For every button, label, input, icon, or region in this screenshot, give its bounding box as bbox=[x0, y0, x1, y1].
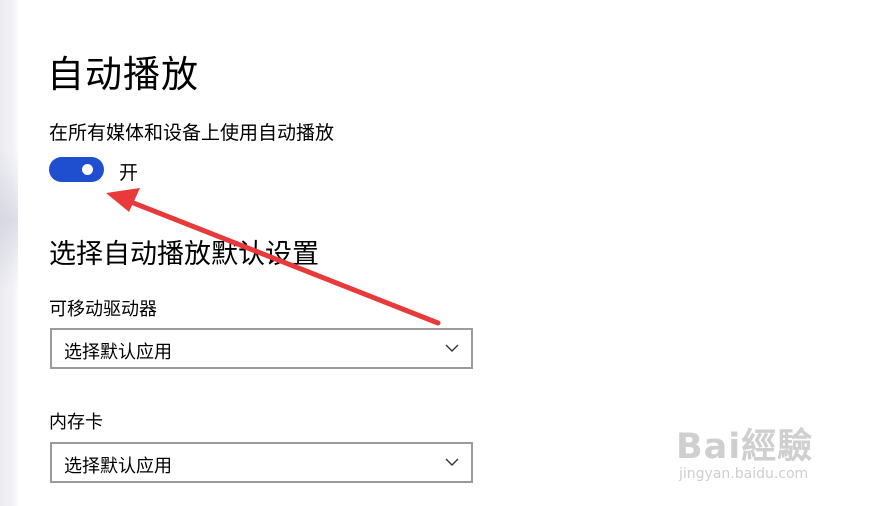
left-nav-edge bbox=[0, 0, 18, 506]
removable-drive-dropdown[interactable]: 选择默认应用 bbox=[50, 328, 473, 369]
baidu-watermark-logo: Bai經驗 bbox=[676, 427, 814, 467]
removable-drive-label: 可移动驱动器 bbox=[49, 299, 157, 320]
memory-card-dropdown[interactable]: 选择默认应用 bbox=[50, 442, 473, 483]
baidu-watermark-url: jingyan.baidu.com bbox=[679, 466, 809, 482]
toggle-state-label: 开 bbox=[119, 162, 139, 184]
autoplay-toggle[interactable] bbox=[49, 157, 104, 182]
chevron-down-icon bbox=[445, 344, 459, 352]
defaults-section-title: 选择自动播放默认设置 bbox=[49, 239, 319, 270]
toggle-knob bbox=[82, 164, 93, 175]
chevron-down-icon bbox=[445, 458, 459, 466]
nav-edge-shade bbox=[0, 150, 18, 290]
removable-drive-value: 选择默认应用 bbox=[64, 342, 172, 363]
memory-card-label: 内存卡 bbox=[49, 412, 103, 433]
page-title: 自动播放 bbox=[47, 53, 199, 96]
memory-card-value: 选择默认应用 bbox=[64, 456, 172, 477]
autoplay-setting-label: 在所有媒体和设备上使用自动播放 bbox=[49, 122, 335, 144]
